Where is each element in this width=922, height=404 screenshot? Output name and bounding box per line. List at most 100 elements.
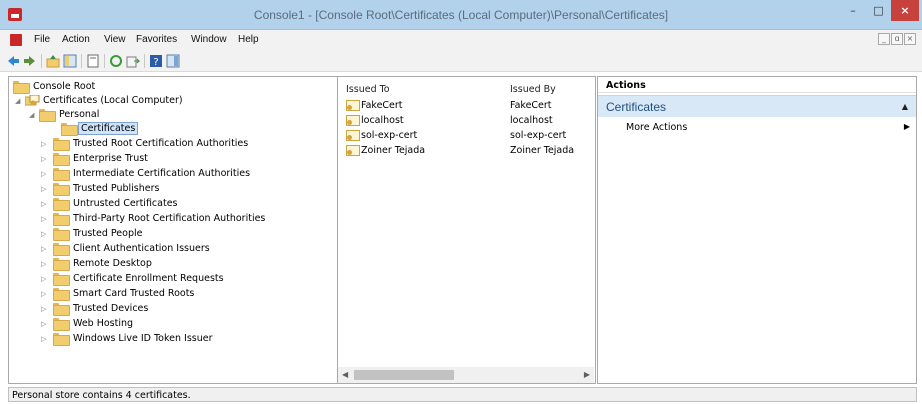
certificate-icon: [346, 145, 360, 156]
mdi-child-controls: _ ɑ ×: [878, 33, 916, 45]
folder-icon: [53, 168, 70, 181]
certificate-row[interactable]: localhost localhost: [346, 114, 586, 128]
menu-file[interactable]: File: [34, 34, 50, 45]
collapsed-triangle-icon[interactable]: ▷: [41, 319, 49, 329]
show-hide-tree-icon[interactable]: [63, 54, 77, 68]
folder-icon: [53, 183, 70, 196]
collapsed-triangle-icon[interactable]: ▷: [41, 199, 49, 209]
issued-to-cell: Zoiner Tejada: [361, 145, 426, 156]
folder-icon: [39, 109, 56, 122]
help-icon[interactable]: ?: [149, 54, 163, 68]
menu-view[interactable]: View: [104, 34, 126, 45]
scroll-right-arrow-icon[interactable]: ▶: [584, 370, 590, 379]
expanded-triangle-icon[interactable]: ◢: [29, 110, 37, 120]
show-hide-action-pane-icon[interactable]: [166, 54, 180, 68]
console-tree-pane[interactable]: Console Root ◢ Certificates (Local Compu…: [8, 76, 338, 384]
collapsed-triangle-icon[interactable]: ▷: [41, 304, 49, 314]
horizontal-scrollbar[interactable]: ◀ ▶: [338, 367, 594, 383]
collapsed-triangle-icon[interactable]: ▷: [41, 229, 49, 239]
collapsed-triangle-icon[interactable]: ▷: [41, 154, 49, 164]
collapsed-triangle-icon[interactable]: ▷: [41, 334, 49, 344]
collapsed-triangle-icon[interactable]: ▷: [41, 274, 49, 284]
issued-to-cell: sol-exp-cert: [361, 130, 418, 141]
issued-by-cell: FakeCert: [510, 100, 552, 111]
tree-node-label: Intermediate Certification Authorities: [73, 168, 251, 179]
collapsed-triangle-icon[interactable]: ▷: [41, 184, 49, 194]
close-button[interactable]: ×: [891, 0, 919, 21]
title-bar: Console1 - [Console Root\Certificates (L…: [0, 0, 922, 30]
collapse-arrow-icon[interactable]: ▲: [902, 102, 908, 111]
mdi-close-button[interactable]: ×: [904, 33, 916, 45]
collapsed-triangle-icon[interactable]: ▷: [41, 244, 49, 254]
folder-icon: [53, 258, 70, 271]
maximize-button[interactable]: □: [866, 0, 891, 21]
back-arrow-icon[interactable]: [6, 54, 20, 68]
certificate-list-pane[interactable]: Issued To Issued By FakeCert FakeCert loca…: [338, 76, 596, 384]
tree-node-label: Enterprise Trust: [73, 153, 148, 164]
tree-node-label: Client Authentication Issuers: [73, 243, 210, 254]
folder-icon: [53, 333, 70, 346]
collapsed-triangle-icon[interactable]: ▷: [41, 259, 49, 269]
tree-node-label: Trusted Devices: [73, 303, 149, 314]
collapsed-triangle-icon[interactable]: ▷: [41, 139, 49, 149]
certificate-row[interactable]: sol-exp-cert sol-exp-cert: [346, 129, 586, 143]
certificate-icon: [346, 115, 360, 126]
status-text: Personal store contains 4 certificates.: [12, 390, 191, 401]
export-list-icon[interactable]: [126, 54, 140, 68]
column-header-issued-to[interactable]: Issued To: [346, 84, 390, 95]
certificate-row[interactable]: FakeCert FakeCert: [346, 99, 586, 113]
folder-icon: [53, 213, 70, 226]
tree-node-label: Certificates (Local Computer): [43, 95, 183, 106]
tree-node-label-selected: Certificates: [77, 122, 139, 135]
tree-node-label: Third-Party Root Certification Authoriti…: [73, 213, 266, 224]
certificate-snapin-icon: [25, 95, 40, 106]
menu-bar: File Action View Favorites Window Help _…: [0, 30, 922, 50]
folder-open-icon: [61, 123, 78, 136]
folder-icon: [53, 243, 70, 256]
up-folder-icon[interactable]: [46, 54, 60, 68]
issued-to-cell: localhost: [361, 115, 404, 126]
toolbar-separator: [81, 54, 82, 68]
certificate-row[interactable]: Zoiner Tejada Zoiner Tejada: [346, 144, 586, 158]
tree-node-label: Smart Card Trusted Roots: [73, 288, 195, 299]
mdi-restore-button[interactable]: ɑ: [891, 33, 903, 45]
minimize-button[interactable]: –: [840, 0, 866, 21]
console-document-icon[interactable]: [10, 34, 22, 46]
tree-node-label: Untrusted Certificates: [73, 198, 178, 209]
actions-header: Actions: [598, 77, 916, 93]
folder-icon: [53, 288, 70, 301]
actions-pane: Actions Certificates ▲ More Actions ▶: [597, 76, 917, 384]
certificate-icon: [346, 100, 360, 111]
actions-section-title: Certificates: [606, 100, 667, 114]
tree-node-label: Web Hosting: [73, 318, 134, 329]
actions-section-certificates[interactable]: Certificates ▲: [598, 95, 916, 117]
expanded-triangle-icon[interactable]: ◢: [15, 96, 23, 106]
menu-window[interactable]: Window: [191, 34, 227, 45]
collapsed-triangle-icon[interactable]: ▷: [41, 289, 49, 299]
scrollbar-thumb[interactable]: [354, 370, 454, 380]
refresh-icon[interactable]: [109, 54, 123, 68]
forward-arrow-icon[interactable]: [23, 54, 37, 68]
menu-action[interactable]: Action: [62, 34, 90, 45]
tree-node-label: Remote Desktop: [73, 258, 152, 269]
properties-icon[interactable]: [86, 54, 100, 68]
collapsed-triangle-icon[interactable]: ▷: [41, 169, 49, 179]
folder-icon: [53, 153, 70, 166]
toolbar-separator: [144, 54, 145, 68]
collapsed-triangle-icon[interactable]: ▷: [41, 214, 49, 224]
mdi-minimize-button[interactable]: _: [878, 33, 890, 45]
folder-icon: [53, 318, 70, 331]
menu-favorites[interactable]: Favorites: [136, 34, 177, 45]
certificate-icon: [346, 130, 360, 141]
folder-icon: [53, 303, 70, 316]
tree-node-label: Trusted Root Certification Authorities: [73, 138, 249, 149]
tree-node-label: Console Root: [33, 81, 96, 92]
submenu-arrow-icon[interactable]: ▶: [904, 122, 910, 131]
folder-icon: [53, 138, 70, 151]
menu-help[interactable]: Help: [238, 34, 259, 45]
scroll-left-arrow-icon[interactable]: ◀: [342, 370, 348, 379]
folder-icon: [13, 81, 30, 94]
column-header-issued-by[interactable]: Issued By: [510, 84, 556, 95]
more-actions-link[interactable]: More Actions: [626, 122, 687, 133]
tree-node-label: Trusted Publishers: [73, 183, 160, 194]
